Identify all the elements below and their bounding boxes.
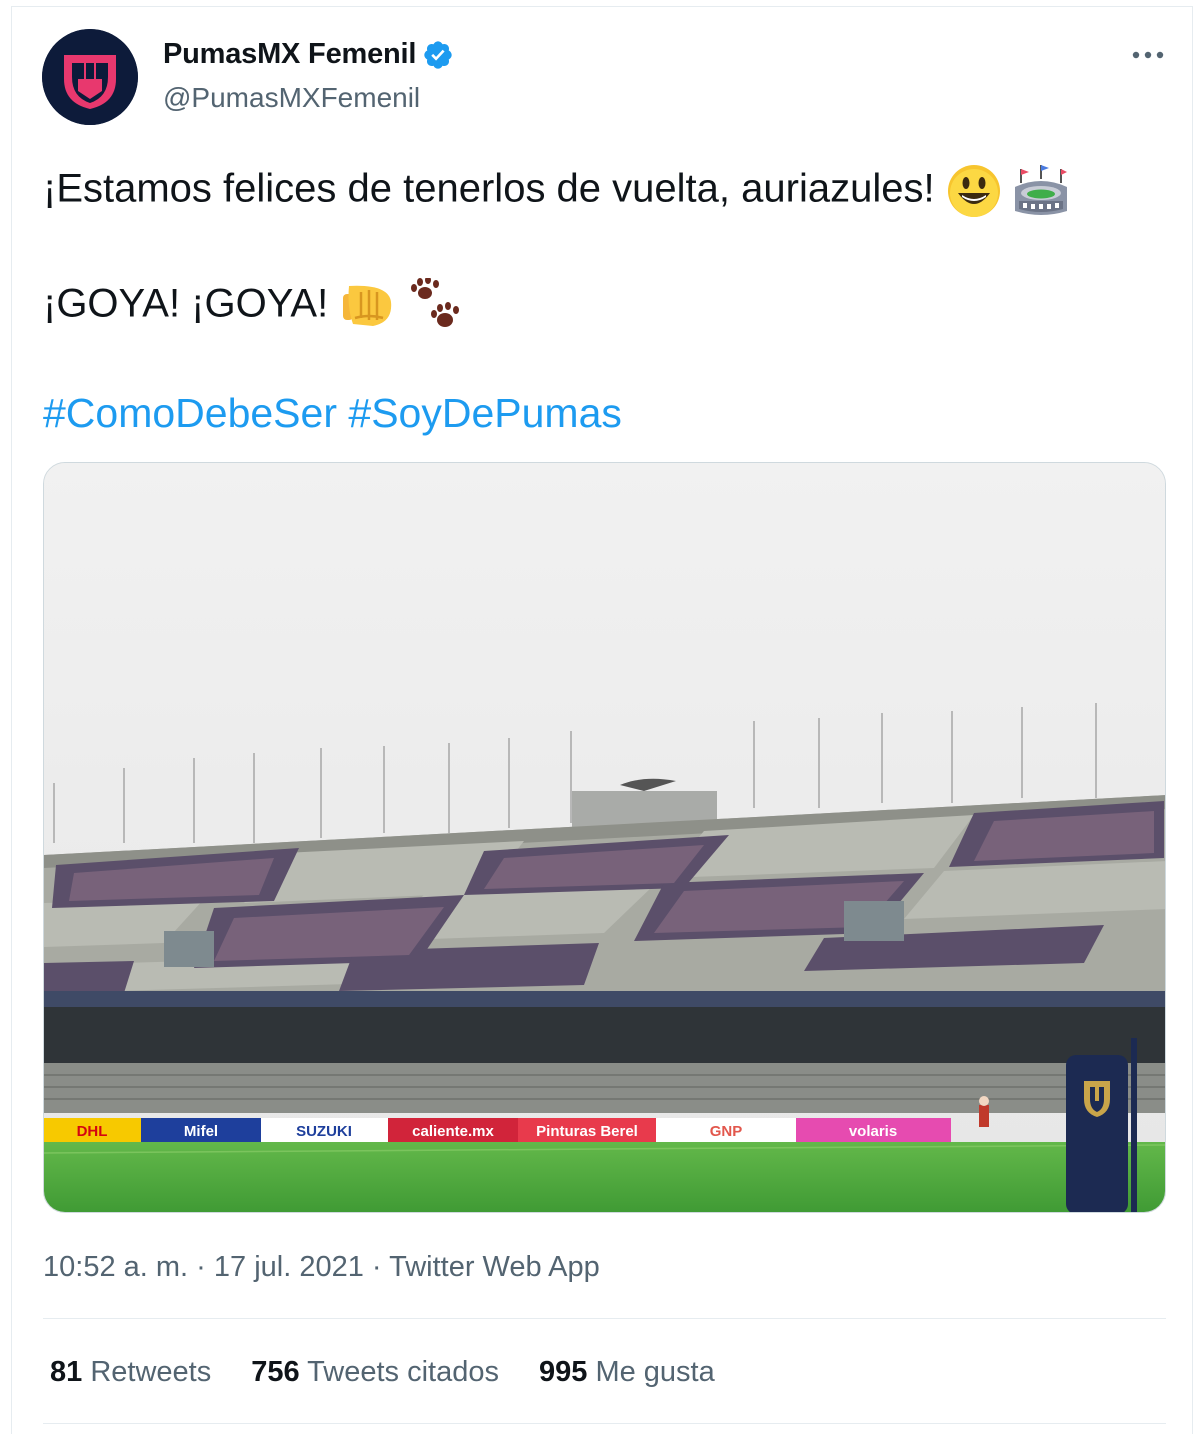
more-options-icon[interactable] bbox=[1128, 40, 1168, 70]
account-name-row[interactable]: PumasMX Femenil bbox=[163, 38, 454, 71]
quotes-label: Tweets citados bbox=[307, 1356, 499, 1388]
sponsor-board-label: caliente.mx bbox=[412, 1123, 494, 1140]
meta-separator: · bbox=[363, 1251, 390, 1283]
paw-prints-emoji-icon bbox=[411, 278, 460, 327]
account-name[interactable]: PumasMX Femenil bbox=[163, 38, 416, 71]
hashtag-link[interactable]: #ComoDebeSer bbox=[43, 390, 337, 436]
tweet-text-line-2: ¡GOYA! ¡GOYA! bbox=[43, 278, 462, 334]
hashtags: #ComoDebeSer #SoyDePumas bbox=[43, 390, 622, 437]
tweet-text-2: ¡GOYA! ¡GOYA! bbox=[43, 281, 329, 326]
account-handle[interactable]: @PumasMXFemenil bbox=[163, 82, 420, 114]
sponsor-board-label: volaris bbox=[849, 1123, 897, 1140]
avatar[interactable] bbox=[42, 29, 138, 125]
tweet-source[interactable]: Twitter Web App bbox=[389, 1251, 600, 1283]
fist-bump-emoji-icon bbox=[343, 285, 392, 326]
likes-count: 995 bbox=[538, 1356, 588, 1388]
sponsor-board-label: DHL bbox=[77, 1123, 108, 1140]
tweet-photo[interactable]: DHL Mifel SUZUKI caliente.mx Pinturas Be… bbox=[43, 462, 1166, 1213]
tweet-stats: 81 Retweets 756 Tweets citados 995 Me gu… bbox=[50, 1356, 755, 1389]
pumas-logo-icon bbox=[42, 29, 138, 125]
divider bbox=[43, 1423, 1166, 1424]
sponsor-board-label: SUZUKI bbox=[296, 1123, 352, 1140]
likes-stat[interactable]: 995 Me gusta bbox=[539, 1356, 715, 1389]
retweets-label: Retweets bbox=[90, 1356, 212, 1388]
divider bbox=[43, 1318, 1166, 1319]
stadium-photo: DHL Mifel SUZUKI caliente.mx Pinturas Be… bbox=[44, 463, 1165, 1212]
tweet-text-line-1: ¡Estamos felices de tenerlos de vuelta, … bbox=[43, 163, 1069, 219]
stadium-emoji-icon bbox=[1014, 165, 1067, 215]
sponsor-board-label: Mifel bbox=[184, 1123, 218, 1140]
tweet-time[interactable]: 10:52 a. m. bbox=[43, 1251, 188, 1283]
tweet-meta: 10:52 a. m. · 17 jul. 2021 · Twitter Web… bbox=[43, 1251, 600, 1284]
sponsor-board-label: Pinturas Berel bbox=[536, 1123, 638, 1140]
tweet-text-1: ¡Estamos felices de tenerlos de vuelta, … bbox=[43, 166, 935, 211]
likes-label: Me gusta bbox=[595, 1356, 715, 1388]
verified-badge-icon bbox=[424, 40, 452, 69]
quotes-count: 756 bbox=[251, 1356, 300, 1388]
quotes-stat[interactable]: 756 Tweets citados bbox=[251, 1356, 499, 1389]
meta-separator: · bbox=[188, 1251, 214, 1283]
tweet-date[interactable]: 17 jul. 2021 bbox=[214, 1251, 364, 1283]
retweets-stat[interactable]: 81 Retweets bbox=[50, 1356, 211, 1389]
retweets-count: 81 bbox=[50, 1356, 83, 1388]
sponsor-board-label: GNP bbox=[710, 1123, 743, 1140]
hashtag-link[interactable]: #SoyDePumas bbox=[348, 390, 621, 436]
smiley-face-emoji-icon bbox=[947, 165, 1000, 217]
